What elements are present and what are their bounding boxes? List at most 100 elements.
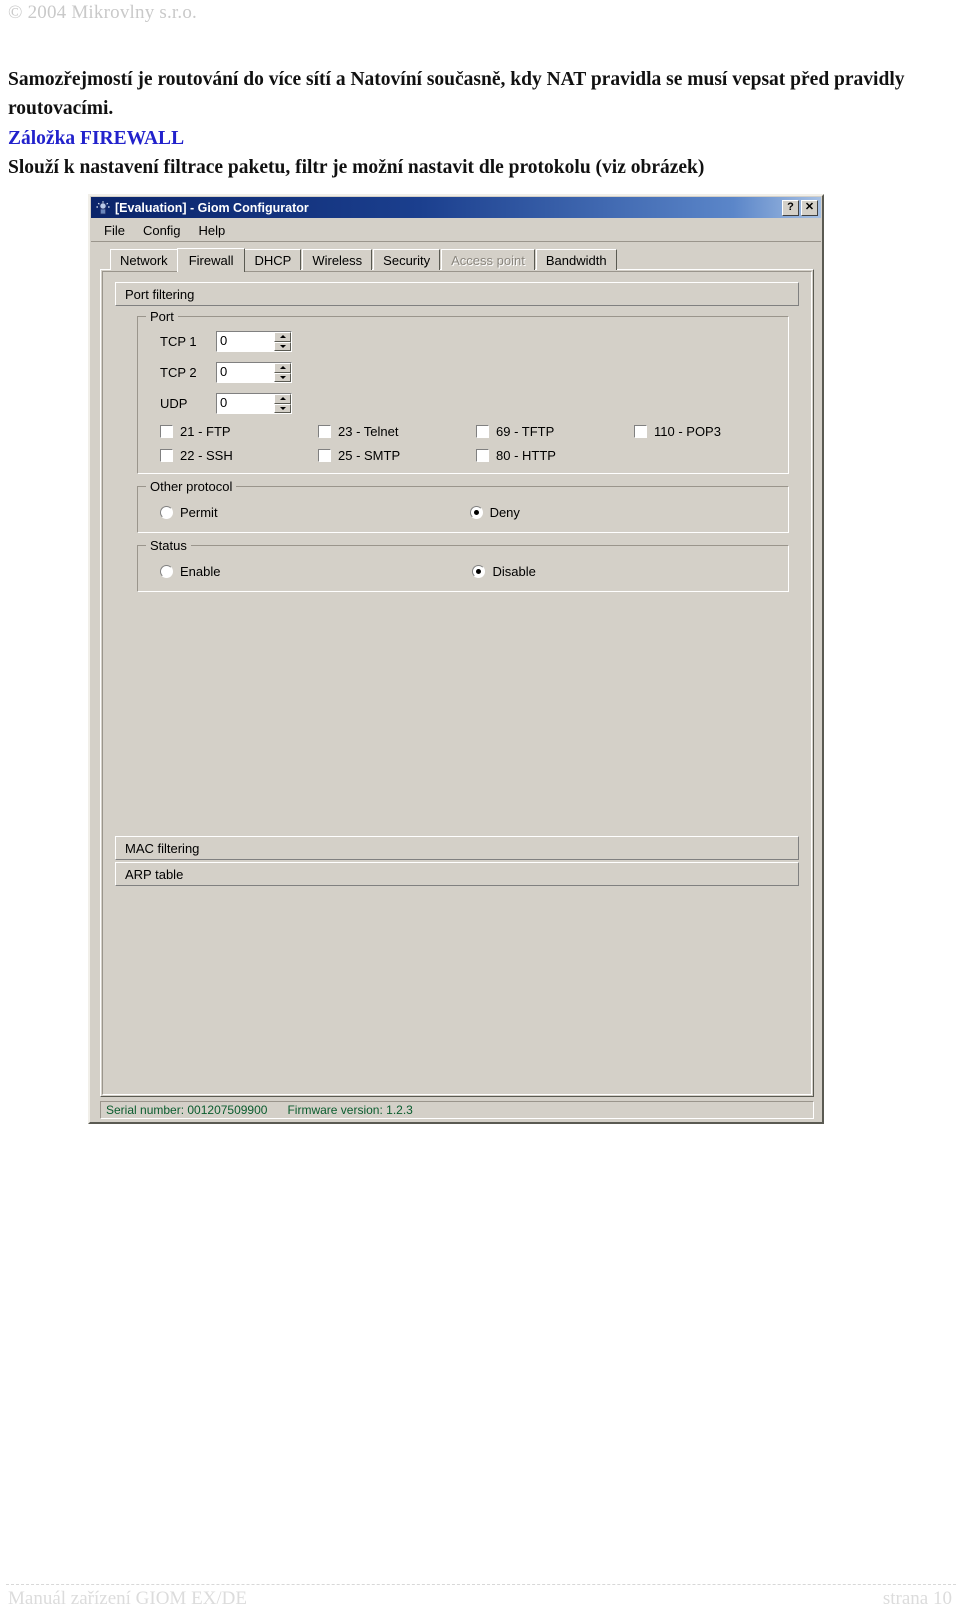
port-checkbox-grid: 21 - FTP 23 - Telnet 69 - TFTP 110 - POP… [160, 424, 778, 463]
tcp1-stepper[interactable]: 0 [216, 331, 292, 352]
checkbox-pop3[interactable]: 110 - POP3 [634, 424, 792, 439]
window-controls: ? ✕ [782, 199, 818, 216]
section-port-filtering[interactable]: Port filtering [115, 282, 799, 306]
checkbox-icon[interactable] [160, 425, 173, 438]
udp-spin-up[interactable] [274, 394, 291, 404]
checkbox-icon[interactable] [634, 425, 647, 438]
checkbox-ftp[interactable]: 21 - FTP [160, 424, 318, 439]
footer-left-text: Manuál zařízení GIOM EX/DE [8, 1588, 248, 1609]
tcp2-input[interactable]: 0 [217, 363, 274, 382]
checkbox-icon[interactable] [476, 449, 489, 462]
firewall-tab-panel: Port filtering Port TCP 1 0 TCP 2 0 UDP … [100, 269, 814, 1097]
checkbox-ftp-label: 21 - FTP [180, 424, 231, 439]
radio-disable[interactable]: Disable [472, 564, 536, 579]
other-protocol-group: Other protocol Permit Deny [137, 479, 789, 533]
radio-enable-label: Enable [180, 564, 221, 579]
tcp2-spin-up[interactable] [274, 363, 291, 373]
firewall-tab-content: Port filtering Port TCP 1 0 TCP 2 0 UDP … [102, 271, 812, 1095]
tcp1-input[interactable]: 0 [217, 332, 274, 351]
checkbox-smtp-label: 25 - SMTP [338, 448, 401, 463]
checkbox-icon[interactable] [160, 449, 173, 462]
radio-deny[interactable]: Deny [469, 505, 520, 520]
checkbox-icon[interactable] [318, 425, 331, 438]
udp-stepper[interactable]: 0 [216, 393, 292, 414]
tcp2-row: TCP 2 0 [148, 362, 778, 383]
tcp2-spin-buttons [274, 363, 291, 382]
checkbox-smtp[interactable]: 25 - SMTP [318, 448, 476, 463]
arrow-down-icon [279, 406, 286, 410]
tab-access-point: Access point [441, 249, 535, 270]
section-mac-filtering[interactable]: MAC filtering [115, 836, 799, 860]
other-protocol-options: Permit Deny [160, 501, 778, 522]
arrow-down-icon [279, 375, 286, 379]
window-titlebar: [Evaluation] - Giom Configurator ? ✕ [91, 197, 821, 218]
checkbox-icon[interactable] [476, 425, 489, 438]
port-group-legend: Port [146, 309, 178, 324]
tcp1-spin-up[interactable] [274, 332, 291, 342]
tcp2-spin-down[interactable] [274, 372, 291, 382]
checkbox-ssh-label: 22 - SSH [180, 448, 233, 463]
tcp1-spin-buttons [274, 332, 291, 351]
status-options: Enable Disable [160, 560, 778, 581]
arrow-up-icon [279, 366, 286, 370]
checkbox-http-label: 80 - HTTP [496, 448, 556, 463]
tab-strip: Network Firewall DHCP Wireless Security … [100, 247, 814, 272]
udp-row: UDP 0 [148, 393, 778, 414]
document-body: Samozřejmostí je routování do více sítí … [8, 66, 913, 183]
udp-spin-down[interactable] [274, 403, 291, 413]
section-port-filtering-label: Port filtering [125, 286, 195, 302]
port-group: Port TCP 1 0 TCP 2 0 UDP 0 21 - FTP 23 -… [137, 309, 789, 474]
app-icon [95, 200, 111, 216]
checkbox-telnet[interactable]: 23 - Telnet [318, 424, 476, 439]
radio-icon[interactable] [160, 506, 173, 519]
menu-item-help[interactable]: Help [197, 222, 228, 239]
giom-configurator-window: [Evaluation] - Giom Configurator ? ✕ Fil… [88, 194, 824, 1124]
arrow-up-icon [279, 335, 286, 339]
radio-deny-label: Deny [489, 505, 520, 520]
section-heading: Záložka FIREWALL [8, 128, 185, 150]
tcp1-row: TCP 1 0 [148, 331, 778, 352]
radio-disable-label: Disable [492, 564, 536, 579]
menu-item-file[interactable]: File [102, 222, 127, 239]
tab-bandwidth[interactable]: Bandwidth [535, 249, 617, 270]
status-group: Status Enable Disable [137, 538, 789, 592]
checkbox-icon[interactable] [318, 449, 331, 462]
checkbox-tftp-label: 69 - TFTP [496, 424, 555, 439]
help-button[interactable]: ? [782, 199, 799, 216]
checkbox-telnet-label: 23 - Telnet [338, 424, 399, 439]
menu-item-config[interactable]: Config [141, 222, 183, 239]
udp-input[interactable]: 0 [217, 394, 274, 413]
arrow-down-icon [279, 344, 286, 348]
radio-icon[interactable] [472, 565, 486, 578]
radio-icon[interactable] [160, 565, 173, 578]
radio-enable[interactable]: Enable [160, 564, 220, 579]
tab-network[interactable]: Network [110, 249, 178, 270]
section-arp-table-label: ARP table [125, 866, 184, 882]
arrow-up-icon [279, 397, 286, 401]
serial-number-text: Serial number: 001207509900 [106, 1103, 268, 1117]
tcp2-stepper[interactable]: 0 [216, 362, 292, 383]
radio-icon[interactable] [469, 506, 483, 519]
section-mac-filtering-label: MAC filtering [125, 840, 200, 856]
checkbox-pop3-label: 110 - POP3 [654, 424, 721, 439]
section-arp-table[interactable]: ARP table [115, 862, 799, 886]
window-client-area: Network Firewall DHCP Wireless Security … [100, 247, 814, 1097]
firmware-version-text: Firmware version: 1.2.3 [287, 1103, 413, 1117]
tab-security[interactable]: Security [373, 249, 441, 270]
radio-permit-label: Permit [180, 505, 218, 520]
radio-permit[interactable]: Permit [160, 505, 218, 520]
footer-page-number: strana 10 [882, 1588, 952, 1609]
tab-dhcp[interactable]: DHCP [244, 249, 302, 270]
page-copyright: © 2004 Mikrovlny s.r.o. [8, 2, 197, 23]
tcp1-spin-down[interactable] [274, 341, 291, 351]
checkbox-ssh[interactable]: 22 - SSH [160, 448, 318, 463]
checkbox-http[interactable]: 80 - HTTP [476, 448, 634, 463]
tab-firewall[interactable]: Firewall [176, 248, 246, 272]
checkbox-tftp[interactable]: 69 - TFTP [476, 424, 634, 439]
close-icon[interactable]: ✕ [801, 199, 818, 216]
tab-wireless[interactable]: Wireless [302, 249, 373, 270]
status-bar: Serial number: 001207509900 Firmware ver… [100, 1101, 814, 1119]
udp-label: UDP [160, 396, 188, 411]
intro-paragraph: Samozřejmostí je routování do více sítí … [8, 69, 905, 119]
panel-spacer [115, 604, 799, 836]
